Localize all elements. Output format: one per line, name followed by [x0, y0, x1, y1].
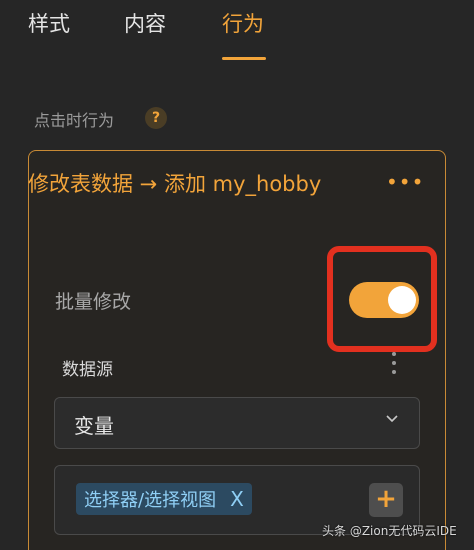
datasource-label: 数据源 [62, 360, 113, 380]
section-label: 点击时行为 [34, 111, 115, 130]
tab-style[interactable]: 样式 [28, 8, 70, 38]
datasource-selected-value: 变量 [74, 414, 114, 438]
active-tab-indicator [222, 57, 266, 60]
add-button[interactable]: + [369, 483, 403, 517]
action-title[interactable]: 修改表数据 → 添加 my_hobby [28, 168, 321, 198]
vertical-more-icon[interactable] [392, 352, 398, 379]
close-icon[interactable]: X [230, 487, 244, 511]
tab-bar: 样式 内容 行为 [0, 0, 474, 60]
batch-modify-label: 批量修改 [55, 291, 132, 313]
selector-tag-label: 选择器/选择视图 [84, 490, 217, 511]
watermark: 头条 @Zion无代码云IDE [322, 524, 457, 538]
tab-content[interactable]: 内容 [124, 8, 166, 38]
highlight-annotation [327, 246, 437, 352]
behavior-panel: 样式 内容 行为 点击时行为 ? 修改表数据 → 添加 my_hobby •••… [0, 0, 474, 550]
chevron-down-icon [386, 415, 398, 423]
more-options-icon[interactable]: ••• [386, 170, 424, 194]
tab-behavior[interactable]: 行为 [222, 8, 264, 38]
help-icon[interactable]: ? [145, 107, 167, 129]
selector-tag[interactable]: 选择器/选择视图 X [76, 483, 252, 515]
